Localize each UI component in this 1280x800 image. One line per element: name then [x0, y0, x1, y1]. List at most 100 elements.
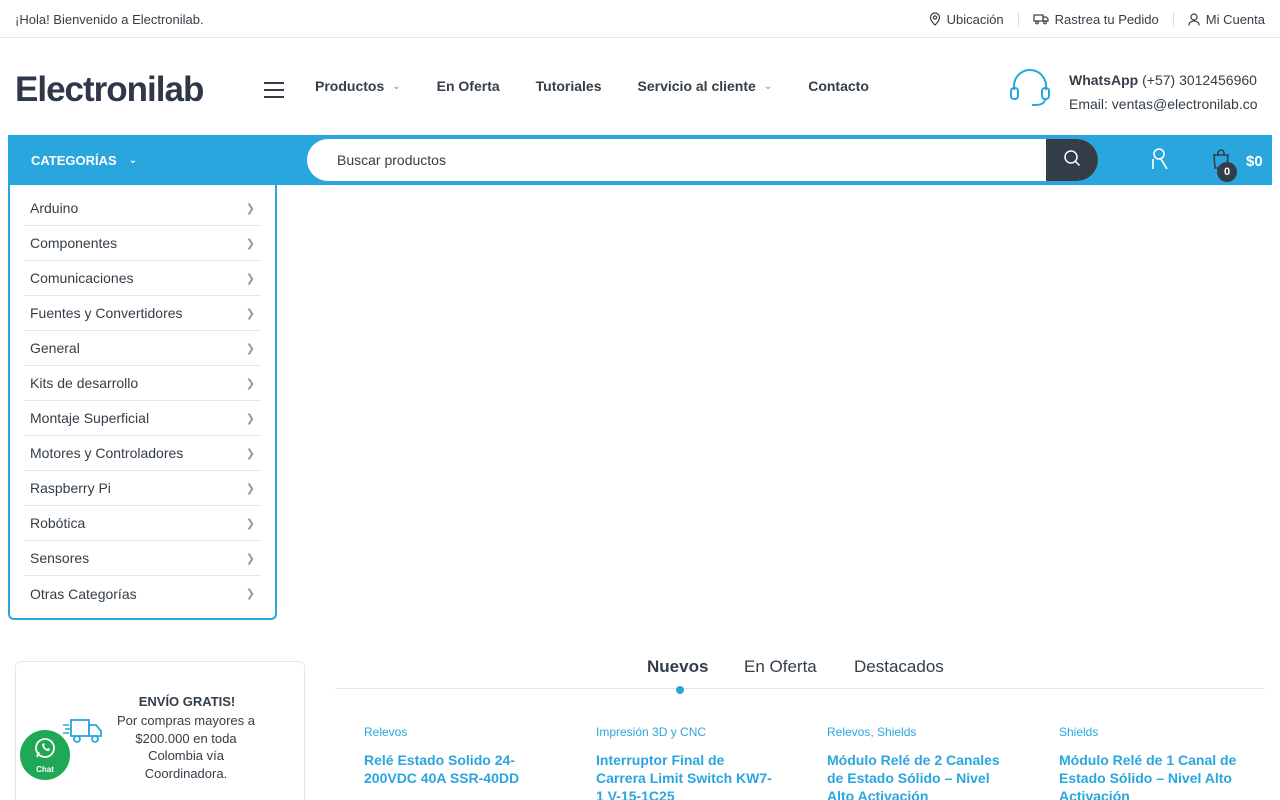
whatsapp-chat-button[interactable]: Chat — [20, 730, 70, 780]
product-category-link[interactable]: Shields — [1059, 725, 1098, 739]
nav-label: Contacto — [808, 78, 869, 94]
category-label: Montaje Superficial — [30, 410, 150, 426]
main-nav: Productos ⌄ En Oferta Tutoriales Servici… — [315, 78, 905, 94]
top-bar: ¡Hola! Bienvenido a Electronilab. Ubicac… — [0, 0, 1280, 38]
chevron-right-icon: ❯ — [245, 342, 255, 355]
category-item[interactable]: Raspberry Pi ❯ — [24, 471, 261, 506]
category-label: General — [30, 340, 80, 356]
category-item[interactable]: Montaje Superficial ❯ — [24, 401, 261, 436]
contact-info: WhatsApp (+57) 3012456960 Email: ventas@… — [1069, 68, 1258, 116]
category-label: Raspberry Pi — [30, 480, 111, 496]
free-shipping-box: ENVÍO GRATIS! Por compras mayores a $200… — [15, 661, 305, 800]
category-label: Kits de desarrollo — [30, 375, 139, 391]
track-order-link[interactable]: Rastrea tu Pedido — [1019, 12, 1173, 27]
search-icon — [1063, 149, 1081, 172]
chevron-down-icon: ⌄ — [763, 80, 773, 92]
user-icon — [1188, 12, 1200, 26]
chevron-right-icon: ❯ — [245, 588, 255, 600]
nav-item-contacto[interactable]: Contacto — [808, 78, 869, 94]
product-card: Relevos, Shields Módulo Relé de 2 Canale… — [827, 724, 1007, 800]
product-categories: Impresión 3D y CNC — [596, 724, 776, 740]
account-icon[interactable] — [1150, 148, 1170, 175]
tab-destacados[interactable]: Destacados — [854, 657, 944, 677]
category-item[interactable]: General ❯ — [24, 331, 261, 366]
nav-item-en-oferta[interactable]: En Oferta — [437, 78, 500, 94]
welcome-text: ¡Hola! Bienvenido a Electronilab. — [15, 12, 204, 27]
whatsapp-number[interactable]: (+57) 3012456960 — [1142, 72, 1257, 88]
active-tab-indicator — [676, 686, 684, 694]
product-tabs: Nuevos En Oferta Destacados — [335, 650, 1265, 689]
category-list: Arduino ❯ Componentes ❯ Comunicaciones ❯ Fuent… — [8, 185, 277, 620]
product-name[interactable]: Relé Estado Solido 24-200VDC 40A SSR-40D… — [364, 751, 544, 787]
category-item[interactable]: Comunicaciones ❯ — [24, 261, 261, 296]
shipping-title: ENVÍO GRATIS! — [138, 694, 236, 709]
email-text[interactable]: Email: ventas@electronilab.co — [1069, 92, 1258, 116]
nav-label: Tutoriales — [535, 78, 602, 94]
category-item[interactable]: Motores y Controladores ❯ — [24, 436, 261, 471]
delivery-truck-icon — [63, 717, 103, 750]
chevron-right-icon: ❯ — [245, 237, 255, 250]
chevron-right-icon: ❯ — [245, 517, 255, 530]
category-item[interactable]: Arduino ❯ — [24, 191, 261, 226]
nav-item-servicio-al-cliente[interactable]: Servicio al cliente ⌄ — [638, 78, 773, 94]
nav-label: Servicio al cliente — [637, 78, 756, 94]
nav-label: En Oferta — [436, 78, 500, 94]
chevron-right-icon: ❯ — [245, 552, 255, 565]
cart-total: $0 — [1246, 153, 1263, 170]
tab-nuevos[interactable]: Nuevos — [647, 657, 708, 677]
category-item[interactable]: Sensores ❯ — [24, 541, 261, 576]
category-label: Otras Categorías — [30, 585, 137, 602]
chevron-down-icon: ⌄ — [128, 154, 138, 166]
category-item[interactable]: Fuentes y Convertidores ❯ — [24, 296, 261, 331]
categories-button[interactable]: CATEGORÍAS ⌄ — [8, 135, 276, 185]
category-label: Arduino — [30, 200, 79, 216]
chevron-down-icon: ⌄ — [392, 80, 401, 92]
chevron-right-icon: ❯ — [245, 412, 255, 425]
site-logo[interactable]: Electronilab — [15, 72, 204, 107]
my-account-link[interactable]: Mi Cuenta — [1174, 12, 1265, 27]
search-bar — [307, 139, 1098, 181]
cart-button[interactable]: 0 $0 — [1210, 148, 1263, 182]
nav-item-tutoriales[interactable]: Tutoriales — [536, 78, 602, 94]
product-category-link[interactable]: Impresión 3D y CNC — [596, 725, 706, 739]
hamburger-menu-icon[interactable] — [264, 82, 284, 98]
product-categories: Shields — [1059, 724, 1239, 740]
category-item[interactable]: Componentes ❯ — [24, 226, 261, 261]
chevron-right-icon: ❯ — [245, 482, 255, 495]
category-label: Sensores — [30, 550, 90, 566]
category-item[interactable]: Otras Categorías ❯ — [24, 576, 261, 611]
product-category-link[interactable]: Shields — [877, 725, 916, 739]
category-label: Comunicaciones — [30, 270, 134, 286]
product-card: Relevos Relé Estado Solido 24-200VDC 40A… — [364, 724, 544, 787]
search-input[interactable] — [307, 139, 1047, 181]
whatsapp-icon — [34, 737, 56, 764]
chevron-right-icon: ❯ — [245, 202, 255, 215]
headset-icon — [1008, 68, 1052, 108]
tab-en-oferta[interactable]: En Oferta — [744, 657, 817, 677]
site-header: Electronilab Productos ⌄ En Oferta Tutor… — [0, 38, 1280, 135]
truck-icon — [1033, 13, 1049, 25]
product-category-link[interactable]: Relevos — [364, 725, 407, 739]
category-label: Robótica — [30, 515, 86, 531]
search-button[interactable] — [1046, 139, 1098, 181]
chevron-right-icon: ❯ — [245, 272, 255, 285]
shipping-description: Por compras mayores a $200.000 en toda C… — [117, 713, 255, 781]
product-card: Impresión 3D y CNC Interruptor Final de … — [596, 724, 776, 800]
category-label: Componentes — [30, 235, 118, 251]
top-links: Ubicación Rastrea tu Pedido Mi Cuenta — [915, 0, 1265, 38]
product-card: Shields Módulo Relé de 1 Canal de Estado… — [1059, 724, 1239, 800]
categories-label: CATEGORÍAS — [31, 152, 117, 168]
cart-count-badge: 0 — [1217, 162, 1237, 182]
product-category-link[interactable]: Relevos — [827, 725, 870, 739]
nav-item-productos[interactable]: Productos ⌄ — [315, 78, 401, 94]
product-name[interactable]: Módulo Relé de 1 Canal de Estado Sólido … — [1059, 751, 1239, 800]
whatsapp-label: WhatsApp — [1069, 72, 1139, 88]
location-label: Ubicación — [946, 11, 1004, 27]
category-item[interactable]: Robótica ❯ — [24, 506, 261, 541]
chevron-right-icon: ❯ — [245, 307, 255, 320]
category-item[interactable]: Kits de desarrollo ❯ — [24, 366, 261, 401]
track-order-label: Rastrea tu Pedido — [1054, 11, 1159, 27]
product-name[interactable]: Módulo Relé de 2 Canales de Estado Sólid… — [827, 751, 1007, 800]
location-link[interactable]: Ubicación — [915, 12, 1018, 27]
product-name[interactable]: Interruptor Final de Carrera Limit Switc… — [596, 751, 776, 800]
